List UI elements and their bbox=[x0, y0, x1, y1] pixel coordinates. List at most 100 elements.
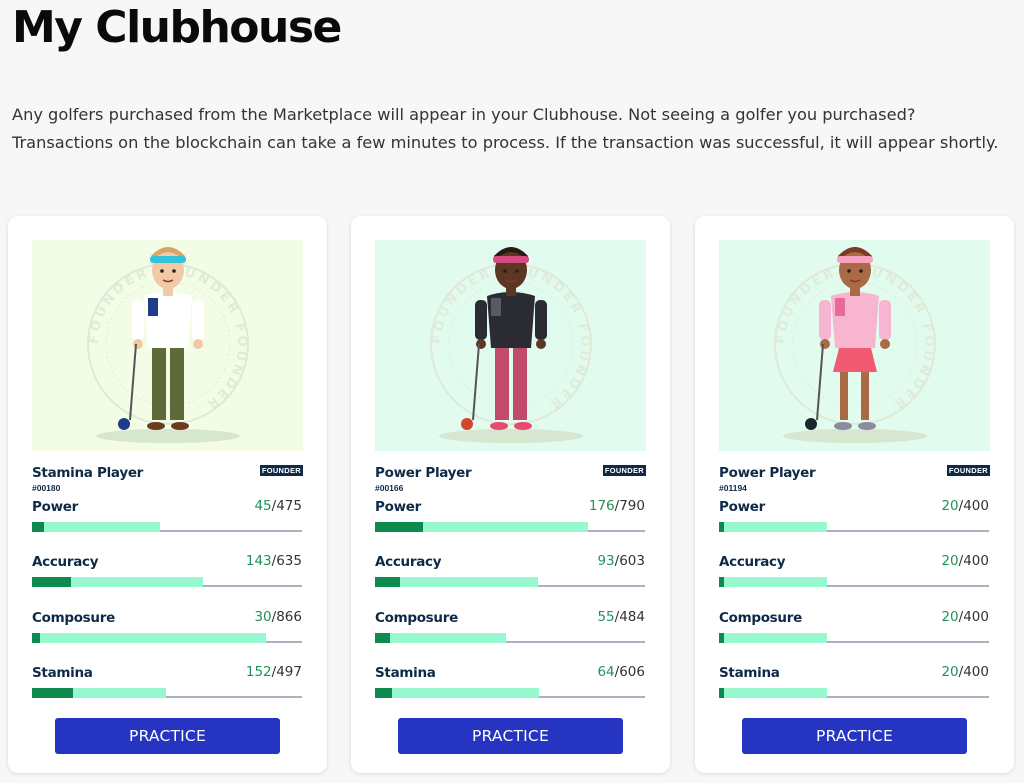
golfer-type: Power Player bbox=[375, 465, 472, 481]
stat-max-value: 866 bbox=[276, 609, 302, 625]
golfer-illustration: FOUNDER FOUNDER FOUNDER bbox=[32, 240, 303, 451]
stat-max-value: 497 bbox=[276, 664, 302, 680]
stat-bar-potential bbox=[32, 522, 161, 532]
stat-bar-current bbox=[719, 577, 725, 587]
golfer-card: FOUNDER FOUNDER FOUNDER Power Player #011… bbox=[695, 216, 1014, 773]
stat-max-value: 400 bbox=[963, 664, 989, 680]
stat-stamina: Stamina 20/400 bbox=[719, 664, 989, 705]
founder-badge: FOUNDER bbox=[946, 465, 990, 476]
stat-label: Accuracy bbox=[32, 554, 99, 570]
stat-label: Power bbox=[719, 499, 765, 515]
stat-bar-current bbox=[32, 577, 71, 587]
practice-button[interactable]: PRACTICE bbox=[398, 718, 623, 754]
stat-bar-current bbox=[375, 522, 423, 532]
golfer-card: FOUNDER FOUNDER FOUNDER Stamina Player #0… bbox=[8, 216, 327, 773]
stat-bar-current bbox=[375, 688, 393, 698]
stat-label: Stamina bbox=[719, 665, 780, 681]
stat-label: Composure bbox=[375, 610, 458, 626]
stat-power: Power 176/790 bbox=[375, 498, 645, 539]
golfer-number: #00180 bbox=[32, 483, 61, 493]
stat-current-value: 20 bbox=[941, 498, 959, 514]
stat-label: Power bbox=[375, 499, 421, 515]
stat-max-value: 635 bbox=[276, 553, 302, 569]
golfer-artwork: FOUNDER FOUNDER FOUNDER bbox=[375, 240, 646, 451]
stat-bar-current bbox=[32, 633, 41, 643]
stat-label: Accuracy bbox=[375, 554, 442, 570]
stat-current-value: 64 bbox=[597, 664, 615, 680]
practice-button[interactable]: PRACTICE bbox=[742, 718, 967, 754]
stat-label: Stamina bbox=[375, 665, 436, 681]
stat-current-value: 30 bbox=[254, 609, 272, 625]
stat-composure: Composure 55/484 bbox=[375, 609, 645, 650]
stat-accuracy: Accuracy 143/635 bbox=[32, 553, 302, 594]
stat-label: Composure bbox=[32, 610, 115, 626]
stat-value: 55/484 bbox=[597, 609, 645, 625]
golfer-illustration: FOUNDER FOUNDER FOUNDER bbox=[375, 240, 646, 451]
stat-bar-current bbox=[32, 522, 45, 532]
stat-bar-potential bbox=[719, 577, 827, 587]
stat-max-value: 790 bbox=[619, 498, 645, 514]
stat-max-value: 606 bbox=[619, 664, 645, 680]
stat-value: 64/606 bbox=[597, 664, 645, 680]
stat-power: Power 20/400 bbox=[719, 498, 989, 539]
golfer-artwork: FOUNDER FOUNDER FOUNDER bbox=[719, 240, 990, 451]
stat-value: 152/497 bbox=[246, 664, 302, 680]
stat-bar-current bbox=[719, 633, 725, 643]
stat-current-value: 143 bbox=[245, 553, 272, 569]
stat-value: 20/400 bbox=[941, 498, 989, 514]
stat-bar-potential bbox=[32, 633, 266, 643]
founder-badge: FOUNDER bbox=[602, 465, 646, 476]
stat-current-value: 45 bbox=[254, 498, 272, 514]
stat-current-value: 20 bbox=[941, 664, 959, 680]
stat-max-value: 484 bbox=[619, 609, 645, 625]
stat-value: 45/475 bbox=[254, 498, 302, 514]
stat-value: 20/400 bbox=[941, 553, 989, 569]
stat-bar-current bbox=[375, 633, 390, 643]
stat-current-value: 20 bbox=[941, 609, 959, 625]
stat-bar-potential bbox=[719, 633, 827, 643]
stat-current-value: 20 bbox=[941, 553, 959, 569]
stat-stamina: Stamina 64/606 bbox=[375, 664, 645, 705]
founder-badge: FOUNDER bbox=[259, 465, 303, 476]
stat-value: 176/790 bbox=[589, 498, 645, 514]
stat-max-value: 400 bbox=[963, 609, 989, 625]
stat-value: 20/400 bbox=[941, 664, 989, 680]
stat-value: 30/866 bbox=[254, 609, 302, 625]
stat-max-value: 475 bbox=[276, 498, 302, 514]
stat-max-value: 400 bbox=[963, 553, 989, 569]
stat-bar-potential bbox=[719, 688, 827, 698]
stat-current-value: 55 bbox=[597, 609, 615, 625]
stat-bar-potential bbox=[375, 688, 539, 698]
stat-label: Power bbox=[32, 499, 78, 515]
stat-label: Accuracy bbox=[719, 554, 786, 570]
stat-value: 20/400 bbox=[941, 609, 989, 625]
stat-power: Power 45/475 bbox=[32, 498, 302, 539]
practice-button[interactable]: PRACTICE bbox=[55, 718, 280, 754]
stat-label: Stamina bbox=[32, 665, 93, 681]
stat-bar-current bbox=[32, 688, 74, 698]
golfer-number: #01194 bbox=[719, 483, 747, 493]
stat-current-value: 93 bbox=[597, 553, 615, 569]
stat-value: 93/603 bbox=[597, 553, 645, 569]
stat-current-value: 176 bbox=[588, 498, 615, 514]
golfer-type: Stamina Player bbox=[32, 465, 144, 481]
intro-text: Any golfers purchased from the Marketpla… bbox=[12, 105, 999, 152]
stat-value: 143/635 bbox=[246, 553, 302, 569]
golfer-number: #00166 bbox=[375, 483, 404, 493]
stat-bar-current bbox=[719, 522, 725, 532]
stat-label: Composure bbox=[719, 610, 802, 626]
golfer-card: FOUNDER FOUNDER FOUNDER Power Player #001… bbox=[351, 216, 670, 773]
page-title: My Clubhouse bbox=[12, 2, 342, 53]
stat-accuracy: Accuracy 20/400 bbox=[719, 553, 989, 594]
stat-bar-current bbox=[719, 688, 725, 698]
stat-composure: Composure 30/866 bbox=[32, 609, 302, 650]
stat-max-value: 400 bbox=[963, 498, 989, 514]
stat-max-value: 603 bbox=[619, 553, 645, 569]
golfer-illustration: FOUNDER FOUNDER FOUNDER bbox=[719, 240, 990, 451]
stat-accuracy: Accuracy 93/603 bbox=[375, 553, 645, 594]
stat-bar-current bbox=[375, 577, 401, 587]
stat-current-value: 152 bbox=[245, 664, 272, 680]
golfer-type: Power Player bbox=[719, 465, 816, 481]
stat-bar-potential bbox=[719, 522, 827, 532]
stat-composure: Composure 20/400 bbox=[719, 609, 989, 650]
